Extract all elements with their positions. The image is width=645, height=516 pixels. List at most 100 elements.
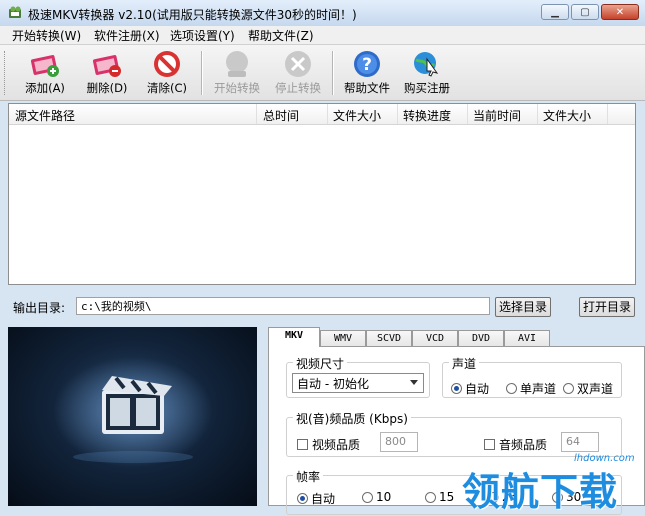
maximize-icon: ▢	[580, 6, 590, 18]
clear-button[interactable]: 清除(C)	[136, 47, 198, 99]
minimize-icon: ▁	[551, 6, 559, 18]
maximize-button[interactable]: ▢	[571, 4, 599, 20]
video-size-title: 视频尺寸	[293, 355, 348, 372]
format-tabs: MKV WMV SCVD VCD DVD AVI	[268, 327, 645, 347]
stop-convert-label: 停止转换	[275, 81, 321, 95]
toolbar-grip[interactable]	[4, 51, 8, 95]
app-icon	[9, 6, 21, 18]
quality-group: 视(音)频品质 (Kbps) 视频品质 800 音频品质 64	[286, 410, 622, 457]
video-size-group: 视频尺寸 自动 - 初始化	[286, 355, 430, 398]
col-divider	[327, 104, 328, 124]
tab-mkv[interactable]: MKV	[268, 327, 320, 347]
radio-dot	[297, 493, 308, 504]
channel-auto-radio[interactable]: 自动	[451, 380, 489, 397]
video-quality-input[interactable]: 800	[380, 432, 418, 452]
channel-group: 声道 自动 单声道 双声道	[442, 355, 622, 398]
channel-stereo-label: 双声道	[577, 382, 614, 396]
help-label: 帮助文件	[344, 81, 390, 95]
framerate-15-label: 15	[439, 490, 455, 504]
col-total-time[interactable]: 总时间	[263, 107, 299, 124]
help-button[interactable]: ? 帮助文件	[336, 47, 398, 99]
output-dir-label: 输出目录:	[13, 301, 66, 315]
toolbar-separator	[332, 51, 334, 95]
add-label: 添加(A)	[25, 81, 65, 95]
tab-dvd[interactable]: DVD	[458, 330, 504, 346]
menu-options[interactable]: 选项设置(Y)	[170, 27, 235, 44]
col-output-size[interactable]: 文件大小	[543, 107, 591, 124]
start-convert-label: 开始转换	[214, 81, 260, 95]
col-divider	[607, 104, 608, 124]
audio-quality-label: 音频品质	[499, 438, 548, 452]
video-quality-checkbox[interactable]: 视频品质	[297, 436, 360, 453]
channel-auto-label: 自动	[465, 382, 490, 396]
chevron-down-icon	[410, 380, 418, 385]
tab-vcd[interactable]: VCD	[412, 330, 458, 346]
stop-icon	[285, 51, 311, 77]
col-progress[interactable]: 转换进度	[403, 107, 451, 124]
channel-stereo-radio[interactable]: 双声道	[563, 380, 613, 397]
framerate-10-label: 10	[376, 490, 392, 504]
delete-icon	[92, 55, 121, 77]
audio-quality-input[interactable]: 64	[561, 432, 599, 452]
clear-label: 清除(C)	[146, 81, 187, 95]
close-button[interactable]: ✕	[601, 4, 639, 20]
add-icon	[30, 55, 59, 77]
col-divider	[256, 104, 257, 124]
channel-mono-label: 单声道	[520, 382, 557, 396]
radio-dot	[563, 383, 574, 394]
channel-title: 声道	[449, 355, 480, 372]
menu-bar: 开始转换(W) 软件注册(X) 选项设置(Y) 帮助文件(Z)	[0, 26, 645, 45]
watermark: lhdown.com 领航下载	[462, 453, 642, 514]
framerate-15-radio[interactable]: 15	[425, 490, 454, 504]
col-divider	[467, 104, 468, 124]
col-divider	[397, 104, 398, 124]
col-current-time[interactable]: 当前时间	[473, 107, 521, 124]
framerate-10-radio[interactable]: 10	[362, 490, 391, 504]
delete-label: 删除(D)	[86, 81, 128, 95]
audio-quality-checkbox[interactable]: 音频品质	[484, 436, 547, 453]
menu-register[interactable]: 软件注册(X)	[94, 27, 160, 44]
menu-start-convert[interactable]: 开始转换(W)	[12, 27, 81, 44]
title-bar: 极速MKV转换器 v2.10(试用版只能转换源文件30秒的时间！) ▁ ▢ ✕	[0, 0, 645, 27]
framerate-auto-label: 自动	[311, 492, 336, 506]
globe-cursor-icon	[414, 52, 439, 77]
video-preview	[8, 327, 257, 506]
list-header: 源文件路径 总时间 文件大小 转换进度 当前时间 文件大小	[9, 104, 635, 125]
framerate-auto-radio[interactable]: 自动	[297, 490, 335, 507]
col-divider	[537, 104, 538, 124]
toolbar-separator	[201, 51, 203, 95]
watermark-text: 领航下载	[462, 470, 619, 514]
framerate-title: 帧率	[293, 468, 324, 485]
buy-register-button[interactable]: 购买注册	[396, 47, 458, 99]
checkbox-box	[484, 439, 495, 450]
radio-dot	[425, 491, 436, 503]
select-dir-button[interactable]: 选择目录	[495, 297, 551, 317]
tab-wmv[interactable]: WMV	[320, 330, 366, 346]
clear-icon	[154, 51, 180, 77]
help-icon: ?	[354, 51, 380, 77]
col-source-path[interactable]: 源文件路径	[15, 107, 75, 124]
minimize-button[interactable]: ▁	[541, 4, 569, 20]
radio-dot	[362, 491, 373, 503]
start-icon	[226, 51, 248, 77]
channel-mono-radio[interactable]: 单声道	[506, 380, 556, 397]
window-title: 极速MKV转换器 v2.10(试用版只能转换源文件30秒的时间！)	[28, 8, 357, 22]
stop-convert-button[interactable]: 停止转换	[267, 47, 329, 99]
buy-register-label: 购买注册	[404, 81, 450, 95]
film-clip-icon	[53, 357, 213, 467]
delete-button[interactable]: 删除(D)	[76, 47, 138, 99]
toolbar: 添加(A) 删除(D) 清除(C) 开始转换 停止转换 ? 帮助文件 购买注册	[0, 45, 645, 101]
output-dir-input[interactable]	[76, 297, 490, 315]
tab-avi[interactable]: AVI	[504, 330, 550, 346]
start-convert-button[interactable]: 开始转换	[206, 47, 268, 99]
svg-text:?: ?	[362, 55, 372, 75]
open-dir-button[interactable]: 打开目录	[579, 297, 635, 317]
tab-scvd[interactable]: SCVD	[366, 330, 412, 346]
menu-help[interactable]: 帮助文件(Z)	[248, 27, 314, 44]
file-list[interactable]: 源文件路径 总时间 文件大小 转换进度 当前时间 文件大小	[8, 103, 636, 285]
col-file-size[interactable]: 文件大小	[333, 107, 381, 124]
quality-title: 视(音)频品质 (Kbps)	[293, 410, 411, 427]
add-button[interactable]: 添加(A)	[14, 47, 76, 99]
video-quality-label: 视频品质	[312, 438, 361, 452]
video-size-select[interactable]: 自动 - 初始化	[292, 373, 424, 393]
